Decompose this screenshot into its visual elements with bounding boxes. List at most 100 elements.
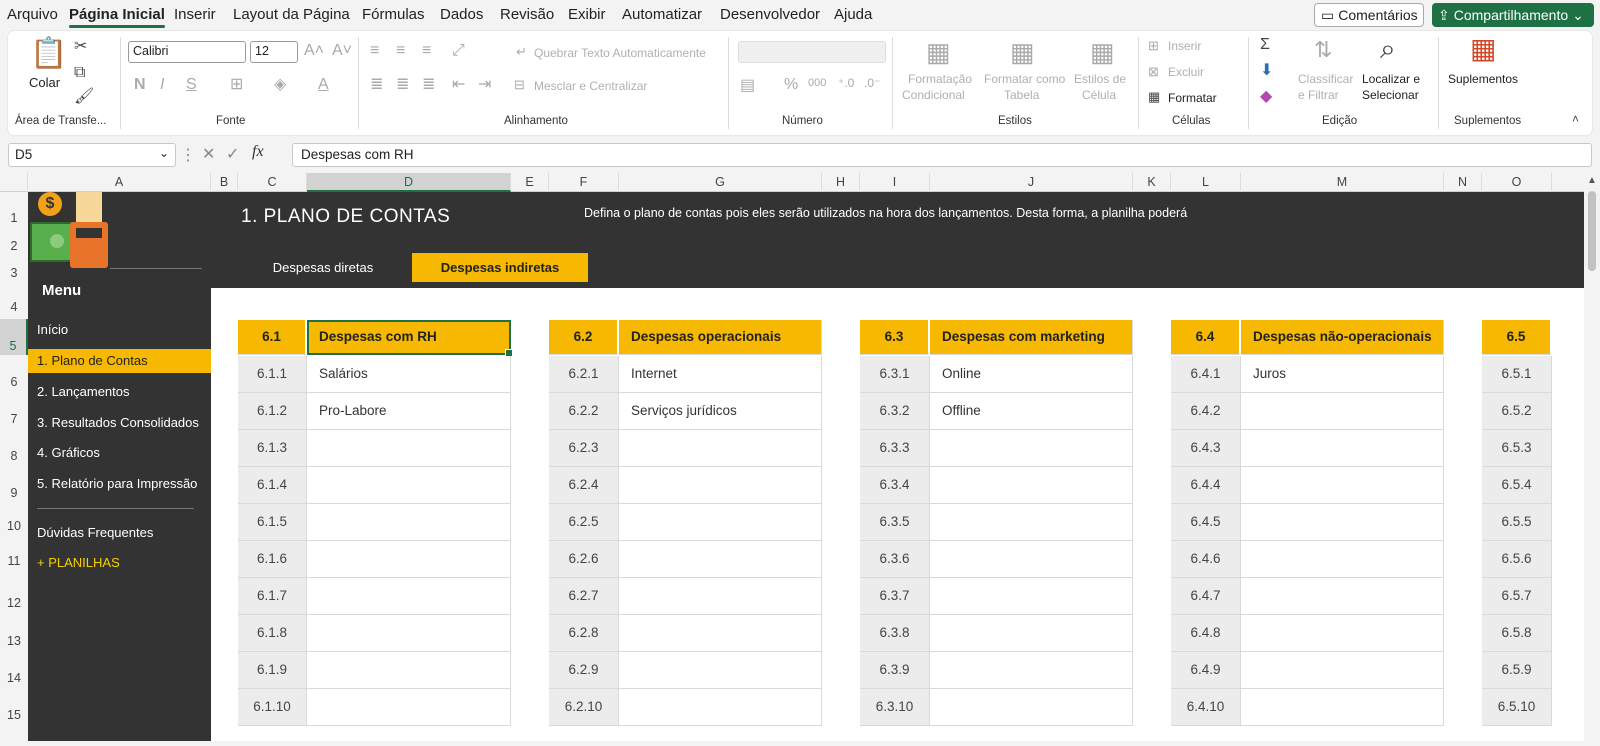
account-name[interactable] xyxy=(930,541,1133,578)
nav-graficos[interactable]: 4. Gráficos xyxy=(28,441,211,465)
sort-filter-label-2[interactable]: e Filtrar xyxy=(1298,88,1339,102)
account-code[interactable]: 6.3.4 xyxy=(860,467,930,504)
nav-plano-de-contas[interactable]: 1. Plano de Contas xyxy=(28,349,211,373)
account-name[interactable] xyxy=(1241,393,1444,430)
account-name[interactable] xyxy=(307,430,511,467)
row-header[interactable]: 2 xyxy=(0,228,28,254)
align-bottom-icon[interactable]: ≡ xyxy=(422,43,431,59)
thousands-separator-icon[interactable]: 000 xyxy=(808,78,826,89)
column-header[interactable]: C xyxy=(238,173,307,192)
align-center-icon[interactable]: ≣ xyxy=(396,77,409,93)
orientation-icon[interactable]: ⤢ xyxy=(452,43,465,59)
tab-inserir[interactable]: Inserir xyxy=(174,6,216,23)
tab-despesas-diretas[interactable]: Despesas diretas xyxy=(242,253,404,282)
copy-icon[interactable]: ⧉ xyxy=(74,65,85,81)
account-code[interactable]: 6.1.7 xyxy=(238,578,307,615)
row-header[interactable]: 3 xyxy=(0,254,28,282)
account-code[interactable]: 6.3.5 xyxy=(860,504,930,541)
cell-styles-label-2[interactable]: Célula xyxy=(1082,88,1116,102)
clear-icon[interactable]: ◆ xyxy=(1260,89,1272,105)
tab-dados[interactable]: Dados xyxy=(440,6,483,23)
conditional-formatting-icon[interactable]: ▦ xyxy=(926,39,951,65)
align-middle-icon[interactable]: ≡ xyxy=(396,43,405,59)
account-name[interactable] xyxy=(307,689,511,726)
row-header[interactable]: 10 xyxy=(0,503,28,533)
account-code[interactable]: 6.2.6 xyxy=(549,541,619,578)
account-name[interactable] xyxy=(930,615,1133,652)
account-name[interactable] xyxy=(1241,652,1444,689)
account-code[interactable]: 6.4.2 xyxy=(1171,393,1241,430)
tab-pagina-inicial[interactable]: Página Inicial xyxy=(69,6,165,28)
account-name[interactable] xyxy=(619,504,822,541)
account-name[interactable] xyxy=(930,652,1133,689)
account-name[interactable] xyxy=(307,467,511,504)
account-code[interactable]: 6.3.8 xyxy=(860,615,930,652)
account-code[interactable]: 6.4.6 xyxy=(1171,541,1241,578)
row-header[interactable]: 8 xyxy=(0,429,28,466)
tab-formulas[interactable]: Fórmulas xyxy=(362,6,425,23)
account-name[interactable]: Online xyxy=(930,356,1133,393)
account-code[interactable]: 6.1.2 xyxy=(238,393,307,430)
vertical-scrollbar[interactable]: ▲ xyxy=(1584,173,1600,741)
account-code[interactable]: 6.5.10 xyxy=(1482,689,1552,726)
row-header[interactable]: 13 xyxy=(0,610,28,648)
conditional-formatting-label-1[interactable]: Formatação xyxy=(908,72,972,86)
tab-despesas-indiretas[interactable]: Despesas indiretas xyxy=(412,253,588,282)
formula-input[interactable]: Despesas com RH xyxy=(292,143,1592,167)
increase-indent-icon[interactable]: ⇥ xyxy=(478,77,491,93)
account-code[interactable]: 6.4.10 xyxy=(1171,689,1241,726)
account-code[interactable]: 6.1.3 xyxy=(238,430,307,467)
table-code[interactable]: 6.5 xyxy=(1482,320,1552,355)
account-name[interactable] xyxy=(307,615,511,652)
account-name[interactable]: Internet xyxy=(619,356,822,393)
account-code[interactable]: 6.5.4 xyxy=(1482,467,1552,504)
account-name[interactable] xyxy=(619,430,822,467)
cell-styles-icon[interactable]: ▦ xyxy=(1090,39,1115,65)
sort-filter-label-1[interactable]: Classificar xyxy=(1298,72,1353,86)
column-header[interactable]: O xyxy=(1482,173,1552,192)
font-color-icon[interactable]: A xyxy=(318,77,329,93)
account-name[interactable] xyxy=(930,689,1133,726)
format-cells-button[interactable]: Formatar xyxy=(1168,91,1217,105)
account-name[interactable] xyxy=(1241,615,1444,652)
row-header[interactable]: 7 xyxy=(0,392,28,429)
bold-icon[interactable]: N xyxy=(134,77,146,93)
insert-function-icon[interactable]: fx xyxy=(252,143,264,161)
table-code[interactable]: 6.3 xyxy=(860,320,930,355)
find-select-label-1[interactable]: Localizar e xyxy=(1362,72,1420,86)
account-code[interactable]: 6.2.8 xyxy=(549,615,619,652)
find-select-label-2[interactable]: Selecionar xyxy=(1362,88,1419,102)
account-name[interactable] xyxy=(930,467,1133,504)
column-header[interactable]: B xyxy=(211,173,238,192)
account-name[interactable] xyxy=(1241,467,1444,504)
account-name[interactable] xyxy=(619,615,822,652)
account-code[interactable]: 6.1.8 xyxy=(238,615,307,652)
account-code[interactable]: 6.1.5 xyxy=(238,504,307,541)
account-code[interactable]: 6.4.9 xyxy=(1171,652,1241,689)
account-code[interactable]: 6.1.1 xyxy=(238,356,307,393)
number-format-select[interactable] xyxy=(738,41,886,63)
account-name[interactable]: Salários xyxy=(307,356,511,393)
column-header[interactable]: A xyxy=(28,173,211,192)
tab-layout-da-pagina[interactable]: Layout da Página xyxy=(233,6,350,23)
row-header[interactable]: 9 xyxy=(0,466,28,503)
table-title[interactable]: Despesas com marketing xyxy=(930,320,1133,355)
row-header[interactable]: 15 xyxy=(0,684,28,722)
shrink-font-icon[interactable]: A˅ xyxy=(332,43,352,59)
account-name[interactable]: Serviços jurídicos xyxy=(619,393,822,430)
account-name[interactable] xyxy=(307,578,511,615)
nav-lancamentos[interactable]: 2. Lançamentos xyxy=(28,380,211,404)
conditional-formatting-label-2[interactable]: Condicional xyxy=(902,88,965,102)
column-header[interactable]: K xyxy=(1133,173,1171,192)
account-name[interactable] xyxy=(307,504,511,541)
account-code[interactable]: 6.2.7 xyxy=(549,578,619,615)
table-code[interactable]: 6.1 xyxy=(238,320,307,355)
account-name[interactable] xyxy=(619,689,822,726)
decrease-indent-icon[interactable]: ⇤ xyxy=(452,77,465,93)
sort-filter-icon[interactable]: ⇅ xyxy=(1314,39,1332,61)
tab-revisao[interactable]: Revisão xyxy=(500,6,554,23)
confirm-icon[interactable]: ✓ xyxy=(226,144,239,164)
cut-icon[interactable]: ✂ xyxy=(74,39,87,55)
column-header[interactable]: I xyxy=(860,173,930,192)
account-code[interactable]: 6.2.3 xyxy=(549,430,619,467)
